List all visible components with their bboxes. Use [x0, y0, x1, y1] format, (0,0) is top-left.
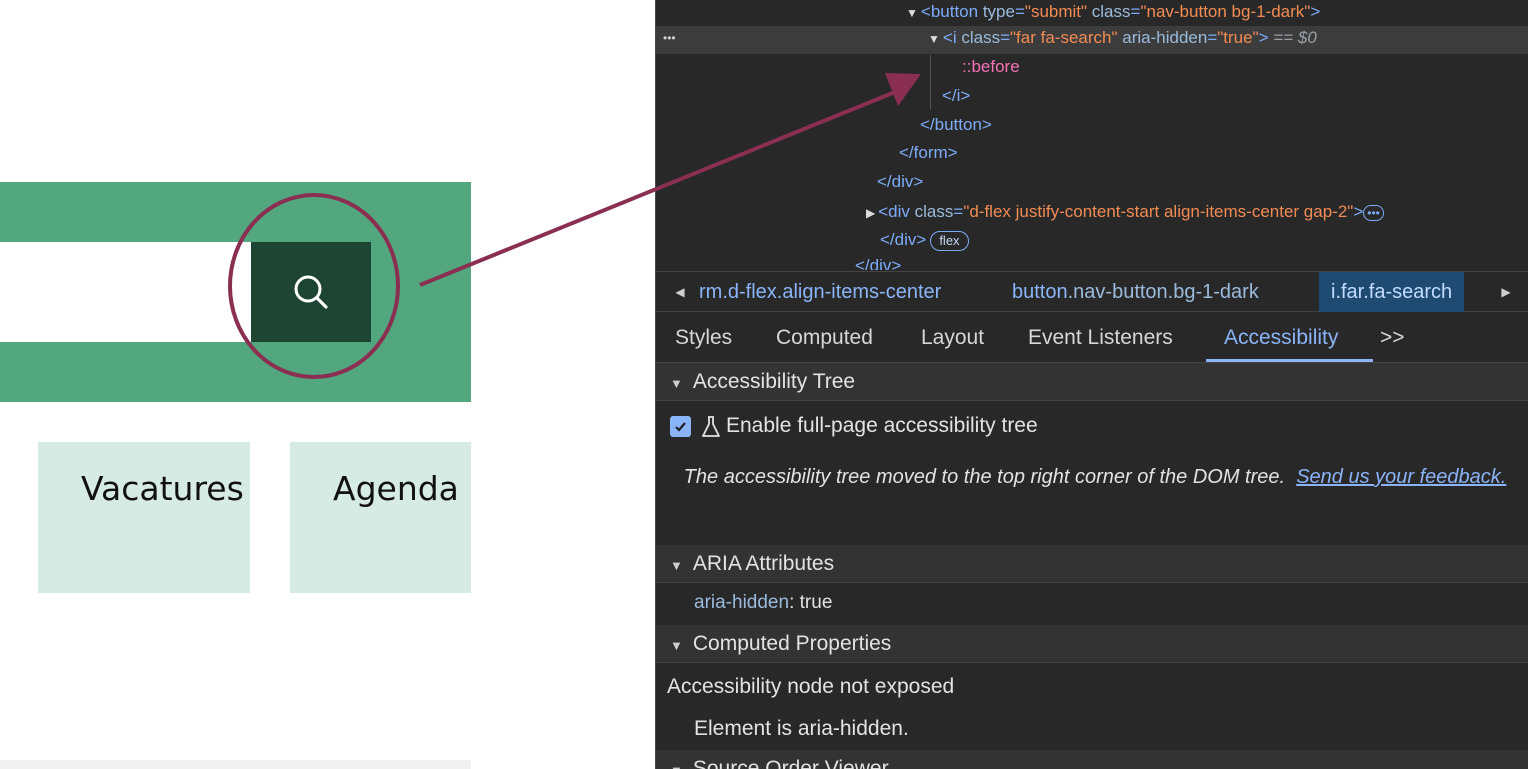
search-input[interactable] [0, 242, 251, 342]
aria-attribute-row: aria-hidden: true [694, 592, 833, 613]
dom-node-close-i[interactable]: </i> [656, 84, 1528, 112]
tab-styles[interactable]: Styles [675, 313, 732, 363]
section-source-order-viewer[interactable]: ▼Source Order Viewer [656, 750, 1528, 769]
tab-accessibility[interactable]: Accessibility [1224, 313, 1338, 363]
checkmark-icon [675, 422, 686, 432]
tile-label: Agenda [333, 469, 459, 508]
section-expanded-triangle-icon: ▼ [670, 558, 683, 573]
collapsed-children-pill[interactable]: ••• [1363, 204, 1384, 221]
dom-node-close-form[interactable]: </form> [656, 141, 1528, 169]
website-viewport: Vacatures Agenda [0, 0, 655, 769]
aria-attribute-name: aria-hidden [694, 592, 790, 613]
section-expanded-triangle-icon: ▼ [670, 638, 683, 653]
bottom-strip [0, 760, 471, 769]
sidebar-tabs: Styles Computed Layout Event Listeners A… [656, 313, 1528, 363]
tile-agenda[interactable]: Agenda [290, 442, 471, 593]
section-expanded-triangle-icon: ▼ [670, 376, 683, 391]
enable-full-tree-checkbox[interactable] [670, 416, 691, 437]
tab-layout[interactable]: Layout [921, 313, 984, 363]
tile-label: Vacatures [81, 469, 244, 508]
breadcrumb: ◀ rm.d-flex.align-items-center button.na… [656, 271, 1528, 312]
breadcrumb-button[interactable]: button.nav-button.bg-1-dark [1012, 272, 1259, 312]
expand-triangle-icon[interactable]: ▼ [906, 6, 918, 20]
elements-dom-tree: ▼ <button type="submit" class="nav-button… [656, 0, 1528, 270]
section-expanded-triangle-icon: ▼ [670, 763, 683, 769]
dom-node-i-selected[interactable]: ••• ▼ <i class="far fa-search" aria-hidde… [656, 26, 1528, 54]
dom-node-button[interactable]: ▼ <button type="submit" class="nav-button… [656, 0, 1528, 28]
dom-node-div-flex[interactable]: ▶ <div class="d-flex justify-content-star… [656, 200, 1528, 228]
dom-node-close-div-flex[interactable]: </div> flex [656, 228, 1528, 256]
section-accessibility-tree[interactable]: ▼ Accessibility Tree [656, 363, 1528, 401]
section-computed-properties[interactable]: ▼ Computed Properties [656, 625, 1528, 663]
tree-moved-note: The accessibility tree moved to the top … [683, 466, 1507, 488]
flex-badge[interactable]: flex [930, 230, 969, 251]
dom-node-close-div-2[interactable]: </div> [656, 254, 1528, 270]
breadcrumb-left-arrow-icon[interactable]: ◀ [660, 272, 700, 312]
section-aria-attributes[interactable]: ▼ ARIA Attributes [656, 545, 1528, 583]
breadcrumb-i-selected[interactable]: i.far.fa-search [1319, 272, 1465, 312]
aria-hidden-reason: Element is aria-hidden. [694, 717, 909, 740]
tile-vacatures[interactable]: Vacatures [38, 442, 250, 593]
flask-icon [702, 416, 720, 437]
dom-node-pseudo[interactable]: ::before [656, 55, 1528, 83]
enable-full-tree-label: Enable full-page accessibility tree [726, 414, 1038, 437]
breadcrumb-right-arrow-icon[interactable]: ▶ [1486, 272, 1526, 312]
feedback-link[interactable]: Send us your feedback. [1296, 466, 1506, 488]
aria-attribute-value: true [799, 592, 833, 613]
search-icon [294, 275, 328, 309]
more-tabs-chevron-icon[interactable]: >> [1380, 313, 1405, 363]
tab-event-listeners[interactable]: Event Listeners [1028, 313, 1173, 363]
expand-triangle-icon[interactable]: ▼ [928, 32, 940, 46]
dom-node-close-button[interactable]: </button> [656, 113, 1528, 141]
node-not-exposed-text: Accessibility node not exposed [667, 675, 955, 698]
tab-computed[interactable]: Computed [776, 313, 873, 363]
collapsed-triangle-icon[interactable]: ▶ [866, 206, 875, 220]
dom-node-close-div[interactable]: </div> [656, 170, 1528, 198]
search-button[interactable] [251, 242, 371, 342]
indent-guide [930, 55, 931, 109]
active-tab-indicator [1206, 359, 1373, 362]
row-menu-icon[interactable]: ••• [663, 26, 676, 50]
breadcrumb-form[interactable]: rm.d-flex.align-items-center [699, 272, 941, 312]
